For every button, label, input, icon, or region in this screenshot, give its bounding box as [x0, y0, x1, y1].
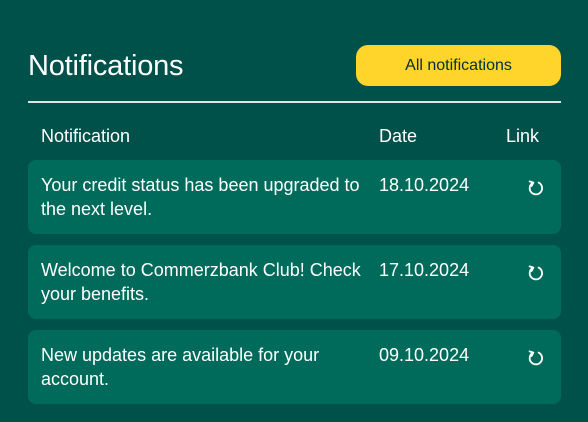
all-notifications-button[interactable]: All notifications: [356, 45, 561, 86]
refresh-icon[interactable]: [526, 178, 546, 198]
column-header-date: Date: [379, 126, 418, 146]
notification-date: 18.10.2024: [379, 175, 470, 195]
refresh-icon[interactable]: [526, 263, 546, 283]
notification-row[interactable]: New updates are available for your accou…: [28, 330, 561, 404]
notification-row[interactable]: Welcome to Commerzbank Club! Check your …: [28, 245, 561, 319]
notification-date: 09.10.2024: [379, 345, 470, 365]
notification-message: New updates are available for your accou…: [41, 345, 320, 389]
page-title: Notifications: [28, 50, 184, 82]
refresh-icon[interactable]: [526, 348, 546, 368]
column-header-link: Link: [506, 126, 540, 146]
column-header-notification: Notification: [41, 126, 131, 146]
notification-row[interactable]: Your credit status has been upgraded to …: [28, 160, 561, 234]
notification-date: 17.10.2024: [379, 260, 470, 280]
notification-message: Your credit status has been upgraded to …: [41, 175, 360, 219]
header-divider: [28, 101, 561, 103]
notification-message: Welcome to Commerzbank Club! Check your …: [41, 260, 361, 304]
notifications-header: Notifications All notifications: [28, 44, 561, 88]
